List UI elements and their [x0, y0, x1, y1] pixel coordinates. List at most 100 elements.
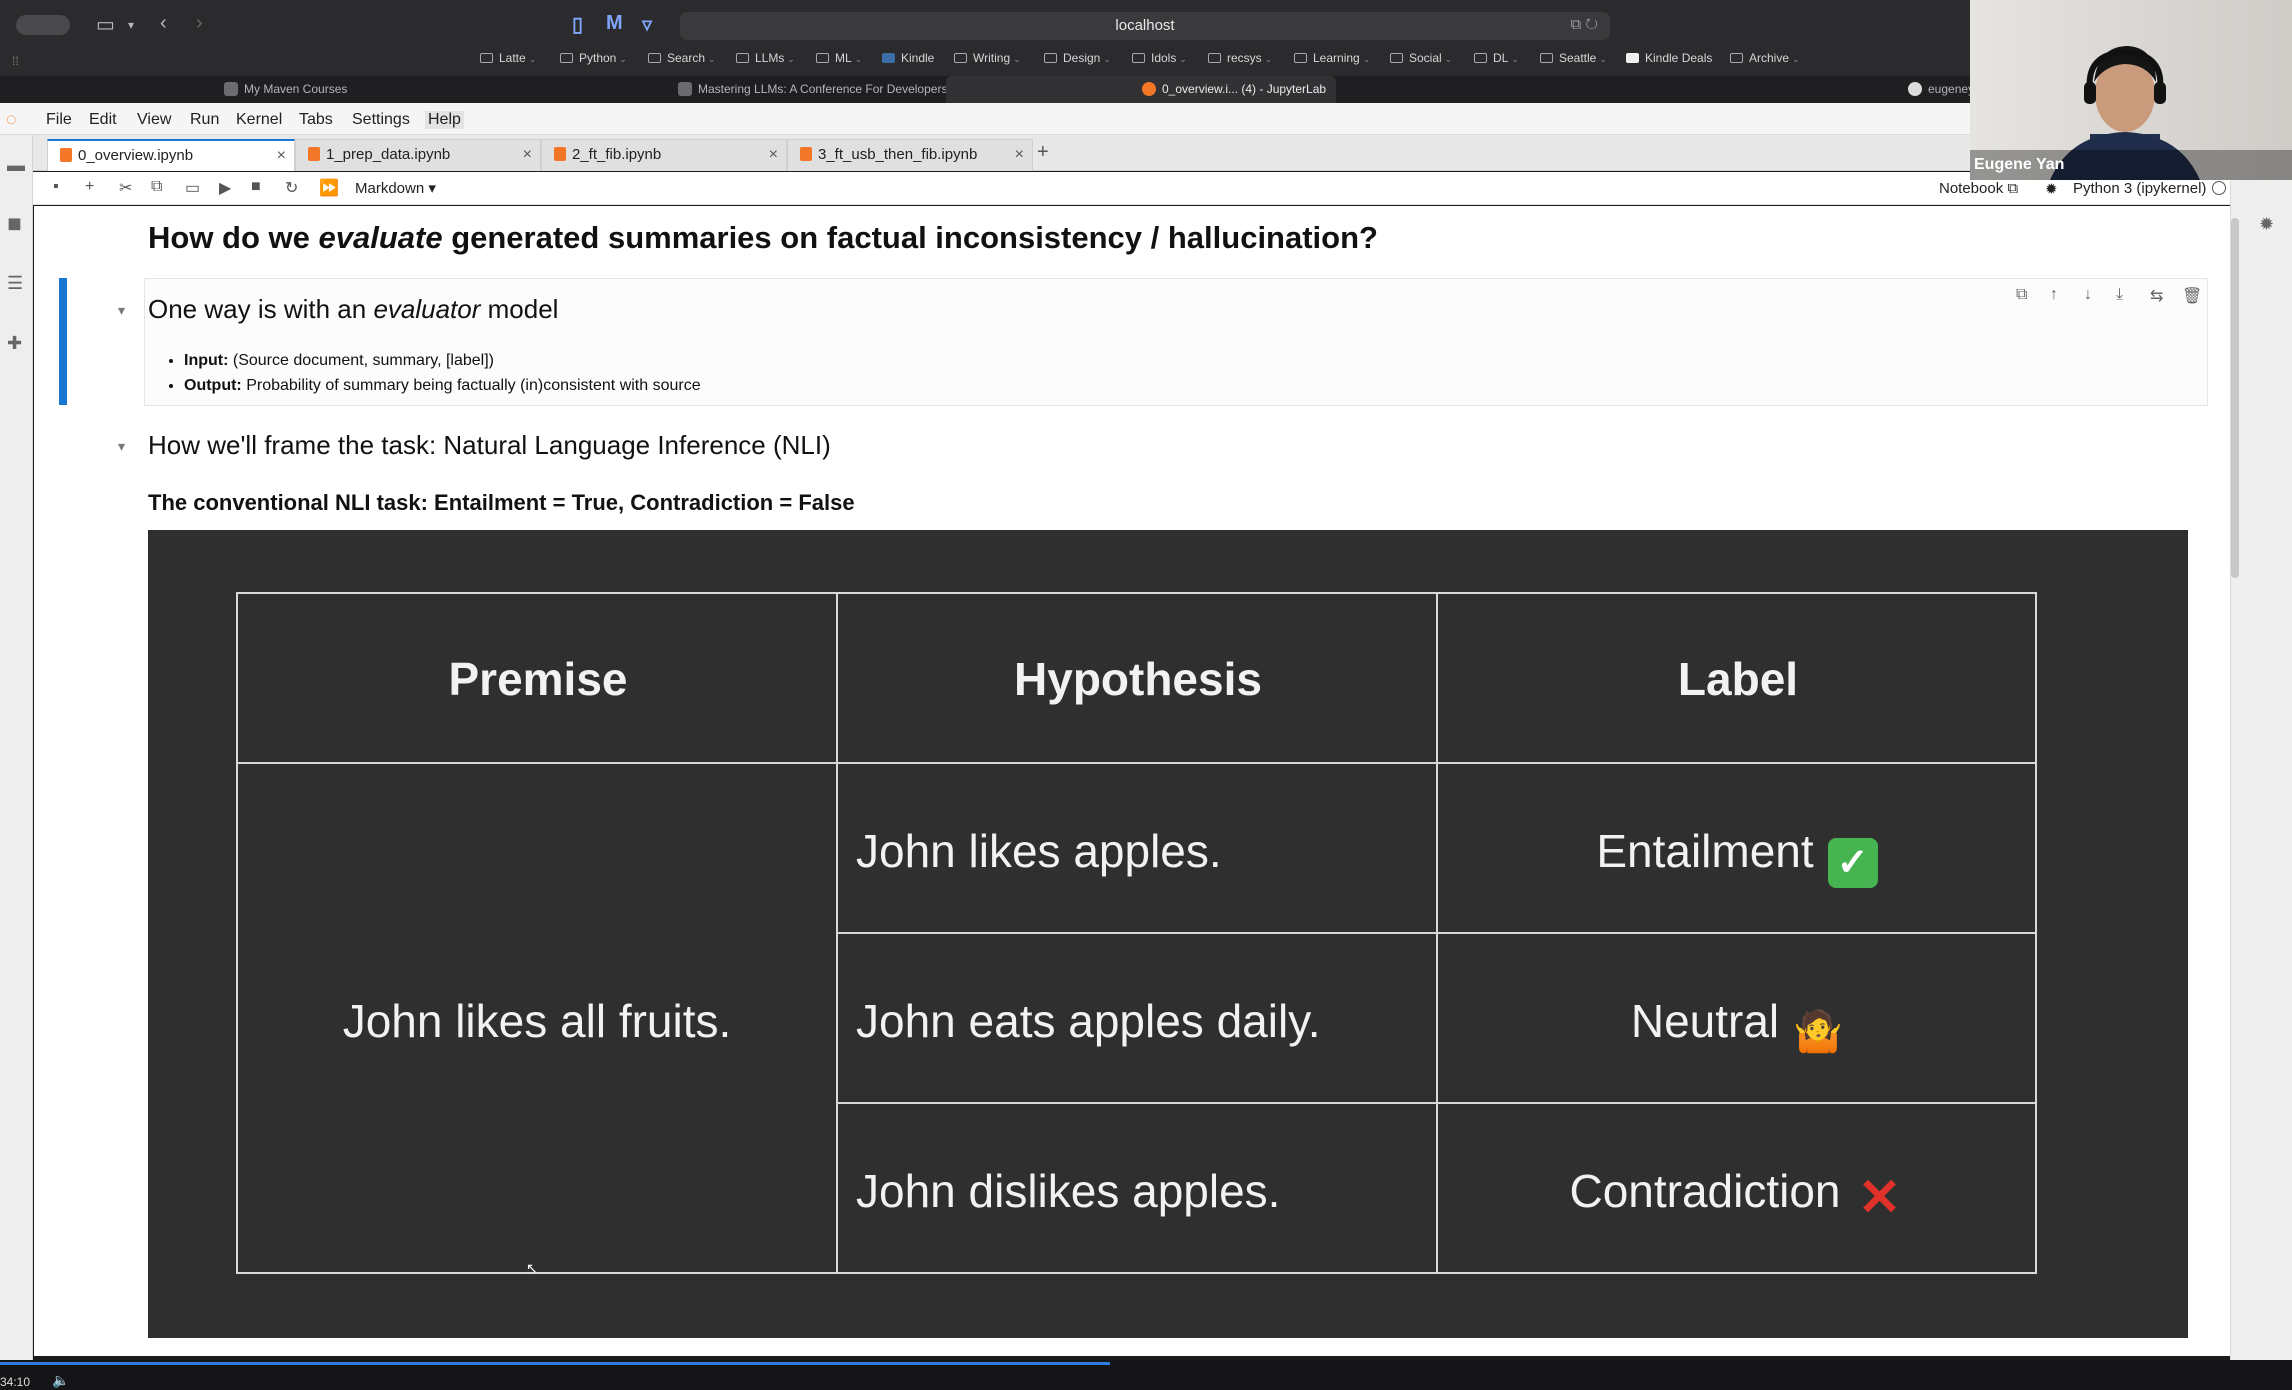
kernel-status[interactable]: Python 3 (ipykernel) [2073, 180, 2227, 197]
folder-icon[interactable]: ▬ [7, 155, 27, 175]
input-item: Input: (Source document, summary, [label… [184, 348, 701, 373]
tab-1-prep-data[interactable]: 1_prep_data.ipynb × [295, 139, 541, 171]
bookmark-ml[interactable]: ML ⌄ [816, 51, 862, 65]
maven-icon [678, 82, 692, 96]
bookmark-kindle-deals[interactable]: Kindle Deals [1626, 51, 1712, 65]
cut-icon[interactable]: ✂ [119, 178, 132, 198]
notebook-icon [800, 147, 812, 161]
paste-icon[interactable]: ▭ [185, 178, 200, 198]
bookmark-learning[interactable]: Learning ⌄ [1294, 51, 1370, 65]
window-controls[interactable] [16, 15, 70, 35]
jupyter-logo-icon: ◌ [6, 109, 17, 129]
bookmark-latte[interactable]: Latte ⌄ [480, 51, 536, 65]
bookmarks-bar: Latte ⌄ Python ⌄ Search ⌄ LLMs ⌄ ML ⌄ Kindle … [0, 48, 2292, 72]
debugger-icon[interactable]: ✹ [2259, 214, 2279, 234]
document-icon[interactable]: ▯ [572, 12, 596, 36]
browser-tabs: My Maven Courses Mastering LLMs: A Confe… [0, 76, 2292, 103]
save-icon[interactable]: ▪ [53, 178, 59, 196]
address-bar[interactable]: localhost ⧉ ↻ [680, 12, 1610, 40]
close-icon[interactable]: × [277, 141, 286, 171]
bookmark-recsys[interactable]: recsys ⌄ [1208, 51, 1272, 65]
notebook-label[interactable]: Notebook ⧉ [1939, 180, 2018, 197]
bookmark-social[interactable]: Social ⌄ [1390, 51, 1452, 65]
collapse-caret-icon[interactable]: ▾ [118, 438, 125, 455]
format-icon[interactable]: ⇆ [2150, 286, 2163, 306]
volume-icon[interactable]: 🔈 [52, 1372, 69, 1389]
stop-icon[interactable]: ■ [251, 178, 261, 196]
notebook-icon [554, 147, 566, 161]
output-item: Output: Probability of summary being fac… [184, 373, 701, 398]
cell-toolbar: ⧉ ↑ ↓ ⤓ ⇆ 🗑 [2016, 286, 2202, 306]
menu-tabs[interactable]: Tabs [299, 111, 333, 129]
new-tab-plus-icon[interactable]: + [1037, 141, 1049, 164]
kernel-idle-icon [2212, 181, 2227, 195]
bookmark-dl[interactable]: DL ⌄ [1474, 51, 1519, 65]
bookmark-kindle[interactable]: Kindle [882, 51, 934, 65]
bookmark-python[interactable]: Python ⌄ [560, 51, 627, 65]
shield-icon[interactable]: ▿ [642, 12, 666, 36]
delete-cell-icon[interactable]: 🗑 [2182, 286, 2202, 306]
bookmark-llms[interactable]: LLMs ⌄ [736, 51, 795, 65]
menu-edit[interactable]: Edit [89, 111, 117, 129]
bookmark-archive[interactable]: Archive ⌄ [1730, 51, 1800, 65]
extension-icon[interactable]: ✚ [7, 333, 27, 353]
menu-file[interactable]: File [46, 111, 72, 129]
bookmark-seattle[interactable]: Seattle ⌄ [1540, 51, 1607, 65]
forward-icon[interactable]: › [196, 12, 203, 34]
io-list: Input: (Source document, summary, [label… [164, 348, 701, 398]
bookmark-design[interactable]: Design ⌄ [1044, 51, 1111, 65]
move-down-icon[interactable]: ↓ [2084, 286, 2092, 304]
run-icon[interactable]: ▶ [219, 178, 231, 198]
toc-icon[interactable]: ☰ [7, 273, 27, 293]
move-up-icon[interactable]: ↑ [2050, 286, 2058, 304]
restart-icon[interactable]: ↻ [285, 178, 298, 198]
bookmark-search[interactable]: Search ⌄ [648, 51, 716, 65]
chevron-down-icon[interactable]: ▾ [128, 14, 134, 36]
running-icon[interactable]: ◼ [7, 213, 27, 233]
run-all-icon[interactable]: ⏩ [319, 178, 339, 198]
notebook-scrollbar[interactable] [2231, 218, 2239, 578]
browser-tab-github[interactable]: eugeneya [1908, 76, 1970, 103]
label-cell-contradiction: Contradiction ✕ [1438, 1164, 2036, 1227]
premise-cell: John likes all fruits. [342, 995, 732, 1047]
collapse-caret-icon[interactable]: ▾ [118, 302, 125, 319]
cell-type-select[interactable]: Markdown ▾ [355, 179, 436, 197]
github-icon [1908, 82, 1922, 96]
menu-settings[interactable]: Settings [352, 111, 410, 129]
header-premise: Premise [448, 653, 628, 705]
menu-run[interactable]: Run [190, 111, 219, 129]
close-icon[interactable]: × [1015, 140, 1024, 170]
header-label: Label [1677, 653, 1799, 705]
menu-help[interactable]: Help [425, 111, 464, 129]
maven-icon[interactable]: M [606, 12, 630, 36]
nli-table: Premise Hypothesis Label John likes all … [236, 592, 2037, 1274]
back-icon[interactable]: ‹ [160, 12, 167, 34]
add-cell-icon[interactable]: + [85, 178, 94, 196]
insert-below-icon[interactable]: ⤓ [2116, 286, 2123, 304]
reload-icon[interactable]: ⧉ ↻ [1570, 16, 1598, 33]
address-text: localhost [1115, 17, 1175, 34]
tab-0-overview[interactable]: 0_overview.ipynb × [47, 139, 295, 171]
video-progress-bar[interactable] [0, 1362, 1110, 1365]
tab-3-ft-usb-then-fib[interactable]: 3_ft_usb_then_fib.ipynb × [787, 139, 1033, 171]
browser-tab-jupyterlab[interactable]: 0_overview.i... (4) - JupyterLab [946, 76, 1336, 103]
browser-tab-maven-courses[interactable]: My Maven Courses [224, 76, 424, 103]
cross-mark-icon: ✕ [1857, 1169, 1902, 1227]
bookmark-writing[interactable]: Writing ⌄ [954, 51, 1021, 65]
menu-view[interactable]: View [137, 111, 171, 129]
sidebar-toggle-icon[interactable]: ▭ [96, 14, 115, 36]
close-icon[interactable]: × [523, 140, 532, 170]
heading-evaluator-model: One way is with an evaluator model [148, 294, 559, 324]
right-sidebar: ✹ [2230, 180, 2292, 1360]
bookmark-idols[interactable]: Idols ⌄ [1132, 51, 1187, 65]
tab-2-ft-fib[interactable]: 2_ft_fib.ipynb × [541, 139, 787, 171]
bug-icon[interactable]: ✹ [2045, 180, 2058, 198]
hypothesis-cell: John likes apples. [856, 825, 1222, 877]
hypothesis-cell: John dislikes apples. [856, 1165, 1281, 1217]
close-icon[interactable]: × [769, 140, 778, 170]
duplicate-cell-icon[interactable]: ⧉ [2016, 286, 2027, 304]
menu-kernel[interactable]: Kernel [236, 111, 282, 129]
browser-chrome: ▭ ▾ ‹ › ▯ M ▿ localhost ⧉ ↻ ⁞⁞ Latte ⌄ Py… [0, 0, 2292, 103]
jupyter-menubar: ◌ File Edit View Run Kernel Tabs Setting… [0, 103, 1970, 135]
copy-icon[interactable]: ⧉ [151, 178, 162, 196]
